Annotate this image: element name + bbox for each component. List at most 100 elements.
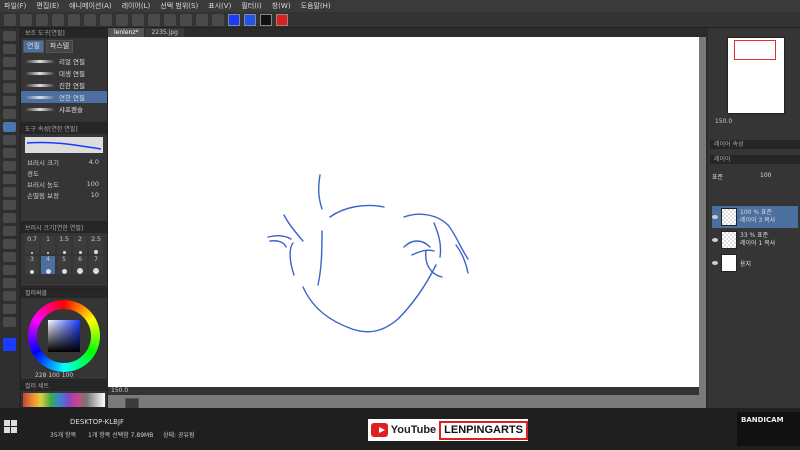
snap-icon[interactable] [164,13,176,26]
size-option[interactable]: 2 [73,236,87,254]
explorer-pc-name[interactable]: DESKTOP-KLBJF [70,418,124,426]
sub-tool-header: 보조 도구[연필] [21,29,107,38]
brush-item[interactable]: 진한 연필 [21,79,107,91]
brush-item-selected[interactable]: 연한 연필 [21,91,107,103]
brush-tool-icon[interactable] [3,148,16,158]
pen-tool-icon[interactable] [3,122,16,132]
figure-tool-icon[interactable] [3,239,16,249]
menu-view[interactable]: 표시(V) [208,1,231,11]
menu-help[interactable]: 도움말(H) [301,1,331,11]
eyedropper-tool-icon[interactable] [3,109,16,119]
explorer-selection: 1개 항목 선택함 7.89MB [88,432,154,439]
tab-document-2[interactable]: 2235.jpg [145,28,184,37]
decoration-tool-icon[interactable] [3,174,16,184]
size-option[interactable]: 0.7 [25,236,39,254]
layer-thumbnail [721,208,737,226]
visibility-eye-icon[interactable] [712,215,718,219]
size-option[interactable]: 2.5 [89,236,103,254]
pen-pressure-icon[interactable] [196,13,208,26]
explorer-item-count: 35개 항목 [50,432,77,439]
channel-name: LENPINGARTS [439,420,528,440]
brush-size-panel: 브러시 크기[연한 연필] 0.7 1 1.5 2 2.5 3 4 5 6 7 [20,223,108,287]
prop-brush-size[interactable]: 브러시 크기 4.0 [21,156,107,167]
size-option[interactable]: 3 [25,256,39,274]
menu-edit[interactable]: 편집(E) [36,1,59,11]
color-swatch-grid[interactable] [23,393,105,407]
hand-tool-icon[interactable] [3,44,16,54]
menu-window[interactable]: 창(W) [272,1,291,11]
move-tool-icon[interactable] [3,57,16,67]
ruler-tool-icon[interactable] [3,265,16,275]
redo-icon[interactable] [68,13,80,26]
windows-start-icon[interactable] [4,420,18,434]
visibility-eye-icon[interactable] [712,238,718,242]
prop-label: 브러시 크기 [27,158,59,167]
red-swatch[interactable] [276,13,288,26]
size-option[interactable]: 6 [73,256,87,274]
line-fix-tool-icon[interactable] [3,304,16,314]
tab-document-1[interactable]: lenlenz* [108,28,145,37]
menu-animation[interactable]: 애니메이션(A) [69,1,111,11]
navigator-viewport[interactable] [734,40,776,60]
deselect-icon[interactable] [116,13,128,26]
sub-tool-panel: 보조 도구[연필] 연필 파스텔 리얼 연필 대생 연필 진한 연필 연한 연필… [20,28,108,123]
prop-stabilization[interactable]: 손떨림 보정 10 [21,189,107,200]
grid-icon[interactable] [180,13,192,26]
select-tool-icon[interactable] [3,70,16,80]
size-option[interactable]: 1.5 [57,236,71,254]
brush-item[interactable]: 대생 연필 [21,67,107,79]
zoom-tool-icon[interactable] [3,31,16,41]
hue-ring[interactable] [28,300,100,372]
layer-row[interactable]: 100 % 표준 레이어 3 복사 [712,206,798,228]
layer-opacity: 33 % 표준 [740,232,769,239]
black-swatch[interactable] [260,13,272,26]
layer-row[interactable]: 용지 [712,252,798,274]
menu-filter[interactable]: 필터(I) [241,1,261,11]
wand-tool-icon[interactable] [3,96,16,106]
canvas-paper[interactable] [108,37,699,387]
fill-tool-icon[interactable] [3,213,16,223]
size-option[interactable]: 7 [89,256,103,274]
text-tool-icon[interactable] [3,278,16,288]
frame-tool-icon[interactable] [3,252,16,262]
brush-item[interactable]: 샤프펜슬 [21,103,107,115]
explorer-state: 상태: 공유됨 [163,432,195,439]
open-file-icon[interactable] [20,13,32,26]
gradient-tool-icon[interactable] [3,226,16,236]
blend-tool-icon[interactable] [3,200,16,210]
menu-selection[interactable]: 선택 범위(S) [160,1,198,11]
new-file-icon[interactable] [4,13,16,26]
ruler-icon[interactable] [148,13,160,26]
settings-icon[interactable] [212,13,224,26]
invert-selection-icon[interactable] [132,13,144,26]
lasso-tool-icon[interactable] [3,83,16,93]
navigator-zoom[interactable]: 150.0 [715,118,732,125]
main-color-swatch[interactable] [228,13,240,26]
tab-pencil[interactable]: 연필 [23,40,44,53]
brush-item[interactable]: 리얼 연필 [21,55,107,67]
menu-layer[interactable]: 레이어(L) [122,1,151,11]
opacity-value[interactable]: 100 [760,172,771,179]
size-option[interactable]: 1 [41,236,55,254]
clear-icon[interactable] [84,13,96,26]
blend-mode-select[interactable]: 표준 [712,172,723,181]
pencil-tool-icon[interactable] [3,135,16,145]
airbrush-tool-icon[interactable] [3,161,16,171]
visibility-eye-icon[interactable] [712,261,718,265]
size-option-selected[interactable]: 4 [41,256,55,274]
balloon-tool-icon[interactable] [3,291,16,301]
eraser-tool-icon[interactable] [3,187,16,197]
size-option[interactable]: 5 [57,256,71,274]
sub-color-swatch[interactable] [244,13,256,26]
layer-row[interactable]: 33 % 표준 레이어 1 복사 [712,229,798,251]
menu-file[interactable]: 파일(F) [4,1,26,11]
correct-tool-icon[interactable] [3,317,16,327]
prop-hardness[interactable]: 경도 [21,167,107,178]
transform-icon[interactable] [100,13,112,26]
saturation-value-square[interactable] [48,320,80,352]
undo-icon[interactable] [52,13,64,26]
save-icon[interactable] [36,13,48,26]
main-color-chip[interactable] [3,338,16,351]
tab-pastel[interactable]: 파스텔 [45,40,74,53]
prop-density[interactable]: 브러시 농도 100 [21,178,107,189]
